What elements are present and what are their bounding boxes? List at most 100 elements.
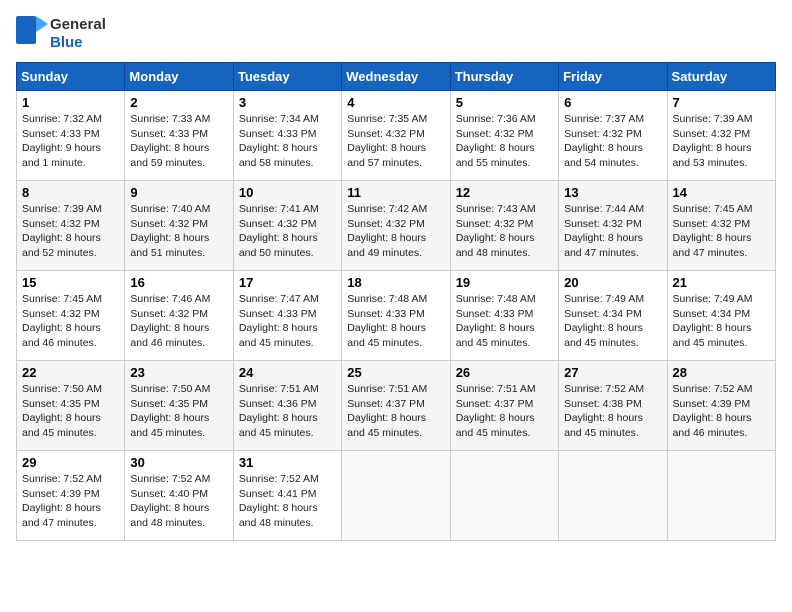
- day-number: 17: [239, 275, 336, 290]
- logo-general-text: General: [50, 16, 106, 34]
- day-info: Sunrise: 7:49 AM Sunset: 4:34 PM Dayligh…: [564, 293, 644, 349]
- calendar-week-4: 22 Sunrise: 7:50 AM Sunset: 4:35 PM Dayl…: [17, 361, 776, 451]
- day-info: Sunrise: 7:33 AM Sunset: 4:33 PM Dayligh…: [130, 113, 210, 169]
- day-number: 31: [239, 455, 336, 470]
- calendar-cell: 15 Sunrise: 7:45 AM Sunset: 4:32 PM Dayl…: [17, 271, 125, 361]
- day-header-wednesday: Wednesday: [342, 63, 450, 91]
- day-number: 6: [564, 95, 661, 110]
- calendar-cell: 26 Sunrise: 7:51 AM Sunset: 4:37 PM Dayl…: [450, 361, 558, 451]
- day-number: 2: [130, 95, 227, 110]
- calendar-cell: 10 Sunrise: 7:41 AM Sunset: 4:32 PM Dayl…: [233, 181, 341, 271]
- logo-flag-icon: [16, 16, 48, 52]
- calendar-cell: [667, 451, 775, 541]
- calendar-cell: 1 Sunrise: 7:32 AM Sunset: 4:33 PM Dayli…: [17, 91, 125, 181]
- day-number: 16: [130, 275, 227, 290]
- calendar-cell: 30 Sunrise: 7:52 AM Sunset: 4:40 PM Dayl…: [125, 451, 233, 541]
- calendar-cell: 3 Sunrise: 7:34 AM Sunset: 4:33 PM Dayli…: [233, 91, 341, 181]
- day-info: Sunrise: 7:35 AM Sunset: 4:32 PM Dayligh…: [347, 113, 427, 169]
- calendar-cell: 6 Sunrise: 7:37 AM Sunset: 4:32 PM Dayli…: [559, 91, 667, 181]
- day-info: Sunrise: 7:39 AM Sunset: 4:32 PM Dayligh…: [22, 203, 102, 259]
- calendar-cell: 7 Sunrise: 7:39 AM Sunset: 4:32 PM Dayli…: [667, 91, 775, 181]
- day-info: Sunrise: 7:43 AM Sunset: 4:32 PM Dayligh…: [456, 203, 536, 259]
- day-info: Sunrise: 7:52 AM Sunset: 4:41 PM Dayligh…: [239, 473, 319, 529]
- day-info: Sunrise: 7:50 AM Sunset: 4:35 PM Dayligh…: [22, 383, 102, 439]
- calendar-table: SundayMondayTuesdayWednesdayThursdayFrid…: [16, 62, 776, 541]
- day-header-monday: Monday: [125, 63, 233, 91]
- calendar-cell: 22 Sunrise: 7:50 AM Sunset: 4:35 PM Dayl…: [17, 361, 125, 451]
- day-number: 21: [673, 275, 770, 290]
- calendar-cell: 11 Sunrise: 7:42 AM Sunset: 4:32 PM Dayl…: [342, 181, 450, 271]
- day-number: 10: [239, 185, 336, 200]
- day-number: 1: [22, 95, 119, 110]
- calendar-cell: 17 Sunrise: 7:47 AM Sunset: 4:33 PM Dayl…: [233, 271, 341, 361]
- day-info: Sunrise: 7:52 AM Sunset: 4:39 PM Dayligh…: [673, 383, 753, 439]
- calendar-cell: 29 Sunrise: 7:52 AM Sunset: 4:39 PM Dayl…: [17, 451, 125, 541]
- logo: General Blue: [16, 16, 106, 52]
- calendar-cell: [559, 451, 667, 541]
- day-info: Sunrise: 7:41 AM Sunset: 4:32 PM Dayligh…: [239, 203, 319, 259]
- day-info: Sunrise: 7:50 AM Sunset: 4:35 PM Dayligh…: [130, 383, 210, 439]
- calendar-cell: 31 Sunrise: 7:52 AM Sunset: 4:41 PM Dayl…: [233, 451, 341, 541]
- day-header-thursday: Thursday: [450, 63, 558, 91]
- day-number: 22: [22, 365, 119, 380]
- calendar-cell: 9 Sunrise: 7:40 AM Sunset: 4:32 PM Dayli…: [125, 181, 233, 271]
- day-number: 25: [347, 365, 444, 380]
- day-info: Sunrise: 7:49 AM Sunset: 4:34 PM Dayligh…: [673, 293, 753, 349]
- day-number: 5: [456, 95, 553, 110]
- calendar-cell: 24 Sunrise: 7:51 AM Sunset: 4:36 PM Dayl…: [233, 361, 341, 451]
- day-number: 29: [22, 455, 119, 470]
- day-number: 30: [130, 455, 227, 470]
- calendar-cell: 23 Sunrise: 7:50 AM Sunset: 4:35 PM Dayl…: [125, 361, 233, 451]
- day-number: 28: [673, 365, 770, 380]
- calendar-cell: 20 Sunrise: 7:49 AM Sunset: 4:34 PM Dayl…: [559, 271, 667, 361]
- day-info: Sunrise: 7:48 AM Sunset: 4:33 PM Dayligh…: [456, 293, 536, 349]
- day-info: Sunrise: 7:52 AM Sunset: 4:40 PM Dayligh…: [130, 473, 210, 529]
- day-number: 27: [564, 365, 661, 380]
- day-info: Sunrise: 7:44 AM Sunset: 4:32 PM Dayligh…: [564, 203, 644, 259]
- day-number: 14: [673, 185, 770, 200]
- day-number: 3: [239, 95, 336, 110]
- calendar-cell: 8 Sunrise: 7:39 AM Sunset: 4:32 PM Dayli…: [17, 181, 125, 271]
- calendar-week-1: 1 Sunrise: 7:32 AM Sunset: 4:33 PM Dayli…: [17, 91, 776, 181]
- calendar-cell: 28 Sunrise: 7:52 AM Sunset: 4:39 PM Dayl…: [667, 361, 775, 451]
- calendar-cell: 16 Sunrise: 7:46 AM Sunset: 4:32 PM Dayl…: [125, 271, 233, 361]
- day-info: Sunrise: 7:51 AM Sunset: 4:37 PM Dayligh…: [347, 383, 427, 439]
- day-number: 4: [347, 95, 444, 110]
- day-info: Sunrise: 7:42 AM Sunset: 4:32 PM Dayligh…: [347, 203, 427, 259]
- day-info: Sunrise: 7:45 AM Sunset: 4:32 PM Dayligh…: [22, 293, 102, 349]
- calendar-cell: [450, 451, 558, 541]
- day-info: Sunrise: 7:51 AM Sunset: 4:37 PM Dayligh…: [456, 383, 536, 439]
- calendar-week-3: 15 Sunrise: 7:45 AM Sunset: 4:32 PM Dayl…: [17, 271, 776, 361]
- day-number: 23: [130, 365, 227, 380]
- day-info: Sunrise: 7:52 AM Sunset: 4:39 PM Dayligh…: [22, 473, 102, 529]
- day-info: Sunrise: 7:36 AM Sunset: 4:32 PM Dayligh…: [456, 113, 536, 169]
- calendar-cell: 14 Sunrise: 7:45 AM Sunset: 4:32 PM Dayl…: [667, 181, 775, 271]
- calendar-cell: 5 Sunrise: 7:36 AM Sunset: 4:32 PM Dayli…: [450, 91, 558, 181]
- day-info: Sunrise: 7:40 AM Sunset: 4:32 PM Dayligh…: [130, 203, 210, 259]
- day-header-friday: Friday: [559, 63, 667, 91]
- day-info: Sunrise: 7:47 AM Sunset: 4:33 PM Dayligh…: [239, 293, 319, 349]
- day-number: 12: [456, 185, 553, 200]
- calendar-cell: 25 Sunrise: 7:51 AM Sunset: 4:37 PM Dayl…: [342, 361, 450, 451]
- day-header-tuesday: Tuesday: [233, 63, 341, 91]
- day-info: Sunrise: 7:34 AM Sunset: 4:33 PM Dayligh…: [239, 113, 319, 169]
- calendar-cell: [342, 451, 450, 541]
- day-number: 11: [347, 185, 444, 200]
- logo-blue-text: Blue: [50, 34, 106, 52]
- day-info: Sunrise: 7:45 AM Sunset: 4:32 PM Dayligh…: [673, 203, 753, 259]
- day-number: 26: [456, 365, 553, 380]
- day-number: 24: [239, 365, 336, 380]
- day-number: 20: [564, 275, 661, 290]
- day-info: Sunrise: 7:52 AM Sunset: 4:38 PM Dayligh…: [564, 383, 644, 439]
- calendar-cell: 4 Sunrise: 7:35 AM Sunset: 4:32 PM Dayli…: [342, 91, 450, 181]
- day-number: 19: [456, 275, 553, 290]
- day-info: Sunrise: 7:48 AM Sunset: 4:33 PM Dayligh…: [347, 293, 427, 349]
- calendar-week-5: 29 Sunrise: 7:52 AM Sunset: 4:39 PM Dayl…: [17, 451, 776, 541]
- day-header-sunday: Sunday: [17, 63, 125, 91]
- day-info: Sunrise: 7:32 AM Sunset: 4:33 PM Dayligh…: [22, 113, 102, 169]
- day-info: Sunrise: 7:39 AM Sunset: 4:32 PM Dayligh…: [673, 113, 753, 169]
- day-info: Sunrise: 7:37 AM Sunset: 4:32 PM Dayligh…: [564, 113, 644, 169]
- day-number: 13: [564, 185, 661, 200]
- day-number: 7: [673, 95, 770, 110]
- calendar-cell: 12 Sunrise: 7:43 AM Sunset: 4:32 PM Dayl…: [450, 181, 558, 271]
